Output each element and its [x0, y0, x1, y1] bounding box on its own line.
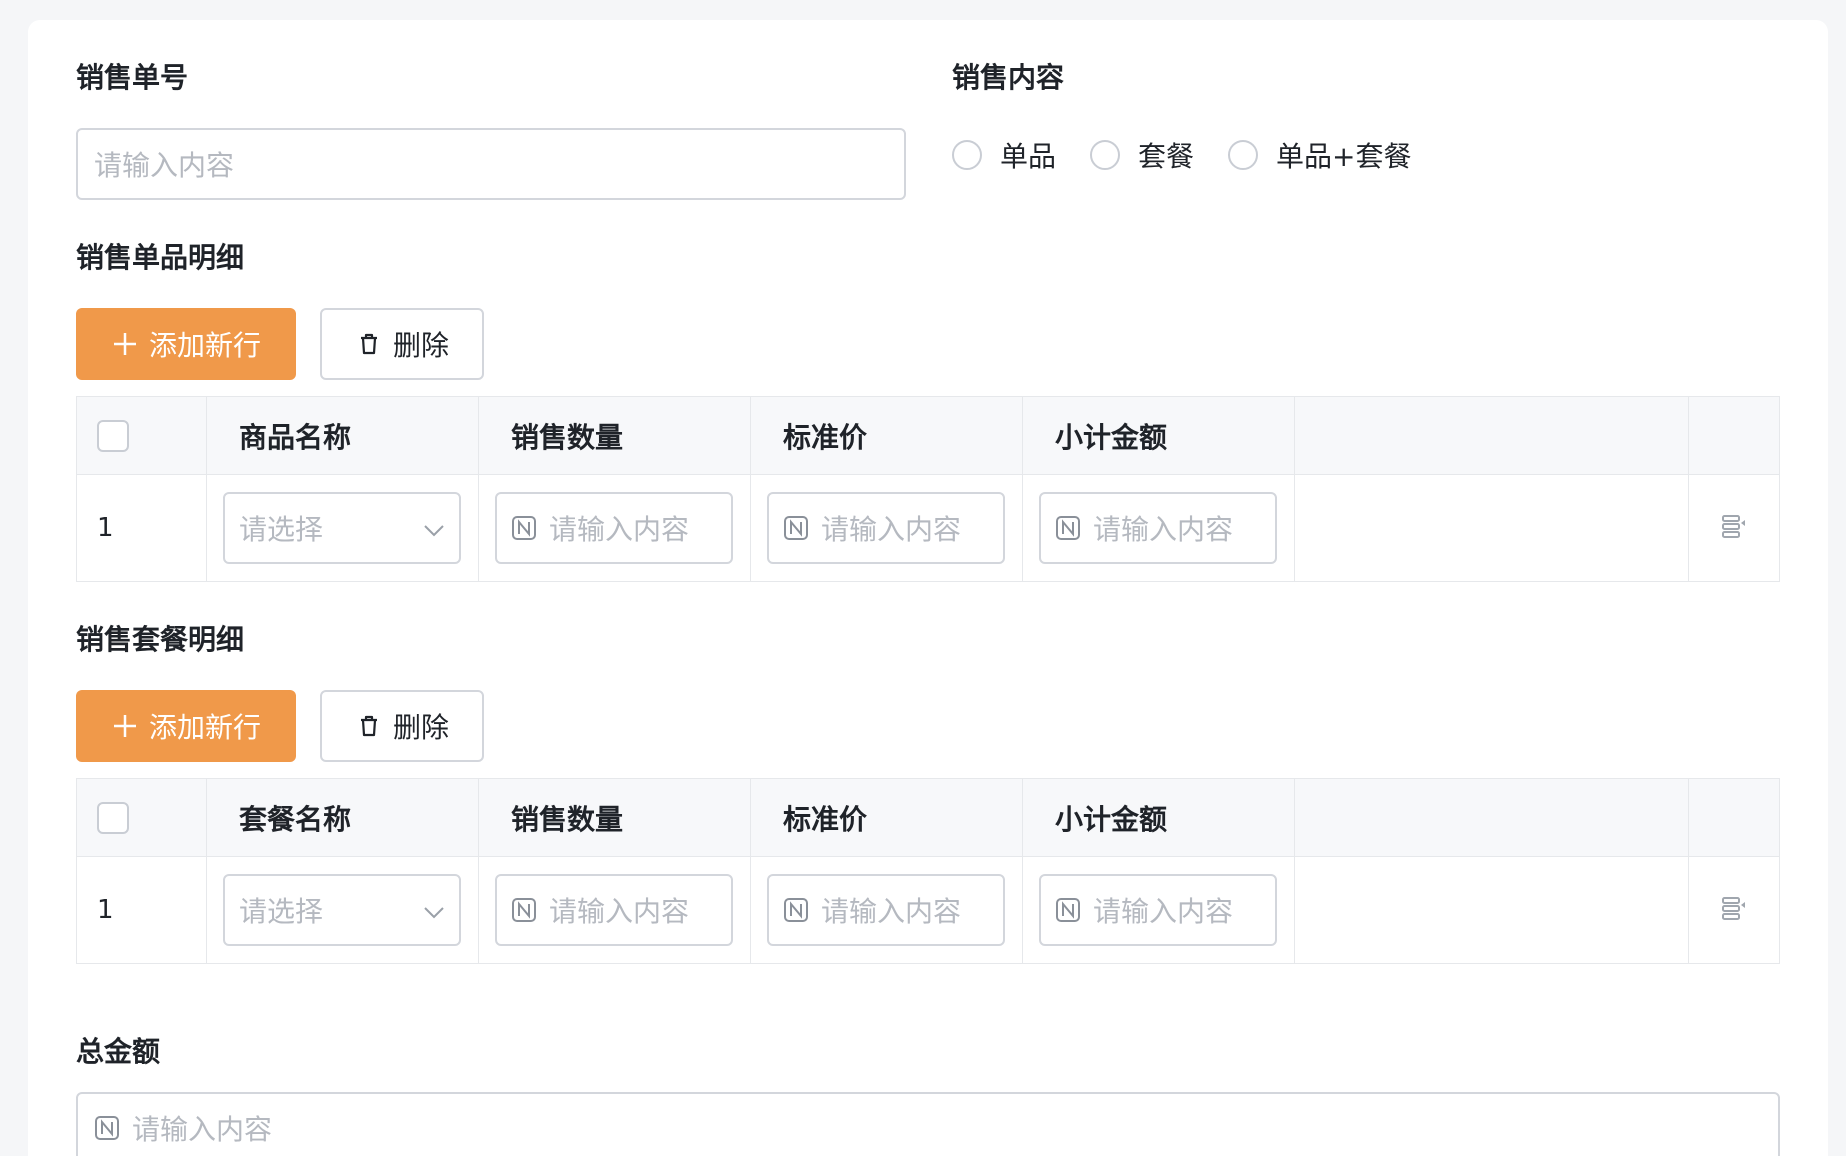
plus-icon — [111, 330, 139, 358]
radio-package-label: 套餐 — [1138, 140, 1195, 173]
standard-price-placeholder: 请输入内容 — [821, 895, 962, 928]
table-row: 1 请选择 请输入内容 请输入内容 请输入内容 — [77, 475, 1779, 581]
form-card: 销售单号 请输入内容 销售内容 单品 套餐 单品+套餐 销售单品明细 添加新行 … — [28, 20, 1828, 1156]
select-placeholder: 请选择 — [239, 895, 324, 928]
col-header-quantity: 销售数量 — [511, 420, 624, 454]
package-section-title: 销售套餐明细 — [76, 623, 245, 656]
plus-icon — [111, 712, 139, 740]
single-delete-button[interactable]: 删除 — [320, 308, 484, 380]
radio-package[interactable]: 套餐 — [1090, 135, 1194, 175]
single-delete-label: 删除 — [392, 329, 449, 362]
quantity-placeholder: 请输入内容 — [549, 513, 690, 546]
row-action-icon[interactable] — [1719, 893, 1749, 927]
single-detail-table: 商品名称 销售数量 标准价 小计金额 1 请选择 请输入内容 请输入内容 请输入… — [76, 396, 1780, 582]
row-index: 1 — [97, 513, 114, 543]
col-header-subtotal: 小计金额 — [1055, 802, 1168, 836]
radio-single-and-package-label: 单品+套餐 — [1276, 140, 1412, 173]
table-row: 1 请选择 请输入内容 请输入内容 请输入内容 — [77, 857, 1779, 963]
subtotal-placeholder: 请输入内容 — [1093, 513, 1234, 546]
standard-price-input[interactable]: 请输入内容 — [767, 874, 1005, 946]
package-add-row-label: 添加新行 — [148, 711, 261, 744]
radio-single-and-package[interactable]: 单品+套餐 — [1228, 135, 1412, 175]
col-header-product-name: 商品名称 — [239, 420, 352, 454]
subtotal-input[interactable]: 请输入内容 — [1039, 492, 1277, 564]
package-delete-button[interactable]: 删除 — [320, 690, 484, 762]
number-n-icon — [94, 1115, 120, 1141]
row-action-icon[interactable] — [1719, 511, 1749, 545]
number-n-icon — [783, 515, 809, 541]
number-n-icon — [511, 897, 537, 923]
select-placeholder: 请选择 — [239, 513, 324, 546]
trash-icon — [355, 712, 383, 740]
quantity-placeholder: 请输入内容 — [549, 895, 690, 928]
row-index: 1 — [97, 895, 114, 925]
number-n-icon — [1055, 515, 1081, 541]
package-detail-table: 套餐名称 销售数量 标准价 小计金额 1 请选择 请输入内容 请输入内容 请输入… — [76, 778, 1780, 964]
order-no-label: 销售单号 — [76, 61, 189, 94]
subtotal-input[interactable]: 请输入内容 — [1039, 874, 1277, 946]
chevron-down-icon — [423, 512, 445, 545]
product-name-select[interactable]: 请选择 — [223, 492, 461, 564]
single-add-row-label: 添加新行 — [148, 329, 261, 362]
col-header-package-name: 套餐名称 — [239, 802, 352, 836]
col-header-subtotal: 小计金额 — [1055, 420, 1168, 454]
col-header-quantity: 销售数量 — [511, 802, 624, 836]
col-header-standard-price: 标准价 — [783, 420, 868, 454]
radio-circle — [952, 140, 982, 170]
single-add-row-button[interactable]: 添加新行 — [76, 308, 296, 380]
order-no-input[interactable]: 请输入内容 — [76, 128, 906, 200]
standard-price-input[interactable]: 请输入内容 — [767, 492, 1005, 564]
quantity-input[interactable]: 请输入内容 — [495, 492, 733, 564]
standard-price-placeholder: 请输入内容 — [821, 513, 962, 546]
radio-single[interactable]: 单品 — [952, 135, 1056, 175]
package-name-select[interactable]: 请选择 — [223, 874, 461, 946]
radio-circle — [1228, 140, 1259, 170]
total-amount-label: 总金额 — [76, 1035, 161, 1068]
package-add-row-button[interactable]: 添加新行 — [76, 690, 296, 762]
total-amount-input[interactable]: 请输入内容 — [76, 1092, 1780, 1156]
table-header-row: 商品名称 销售数量 标准价 小计金额 — [77, 397, 1779, 475]
single-section-title: 销售单品明细 — [76, 241, 245, 274]
number-n-icon — [783, 897, 809, 923]
package-delete-label: 删除 — [392, 711, 449, 744]
select-all-checkbox[interactable] — [97, 801, 129, 834]
trash-icon — [355, 330, 383, 358]
select-all-checkbox[interactable] — [97, 419, 129, 452]
radio-single-label: 单品 — [1000, 140, 1057, 173]
number-n-icon — [511, 515, 537, 541]
table-header-row: 套餐名称 销售数量 标准价 小计金额 — [77, 779, 1779, 857]
number-n-icon — [1055, 897, 1081, 923]
chevron-down-icon — [423, 894, 445, 927]
order-no-placeholder: 请输入内容 — [94, 149, 235, 182]
radio-circle — [1090, 140, 1121, 170]
total-amount-placeholder: 请输入内容 — [132, 1113, 273, 1146]
sale-content-label: 销售内容 — [952, 61, 1065, 94]
subtotal-placeholder: 请输入内容 — [1093, 895, 1234, 928]
col-header-standard-price: 标准价 — [783, 802, 868, 836]
sale-content-radio-group: 单品 套餐 单品+套餐 — [952, 135, 1446, 175]
quantity-input[interactable]: 请输入内容 — [495, 874, 733, 946]
